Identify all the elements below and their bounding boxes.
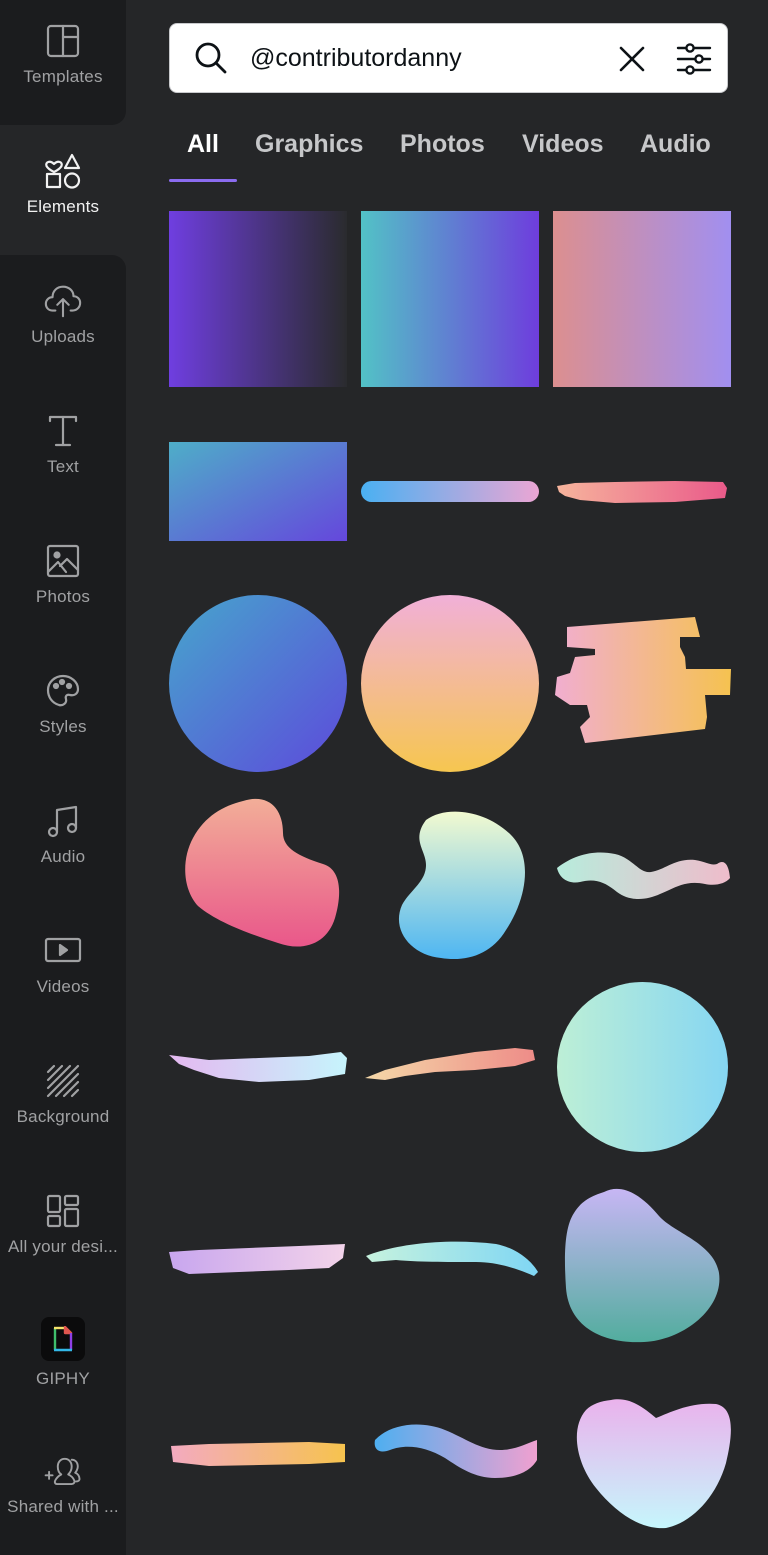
purple-to-dark-gradient-square-graphic — [169, 211, 347, 387]
sidebar-nav: Templates Elements Uploads Text Photos S… — [0, 0, 126, 1555]
lavender-to-aqua-brush-stroke[interactable] — [169, 1050, 347, 1084]
photo-icon — [43, 541, 83, 581]
pink-to-aqua-heart-blob-graphic — [576, 1399, 731, 1529]
search-icon — [195, 42, 227, 74]
sidebar-item-uploads[interactable]: Uploads — [0, 255, 126, 385]
sliders-filter-icon[interactable] — [675, 40, 713, 78]
search-input[interactable] — [248, 42, 592, 74]
pink-to-yellow-gradient-circle[interactable] — [361, 595, 539, 772]
hatch-pattern-icon — [43, 1061, 83, 1101]
mint-to-sky-dry-brush-stroke-graphic — [366, 1241, 538, 1276]
tab-graphics[interactable]: Graphics — [255, 130, 363, 159]
blue-to-pink-wave-brush-stroke[interactable] — [365, 1420, 539, 1480]
sidebar-item-label: Audio — [40, 847, 86, 866]
sidebar-item-audio[interactable]: Audio — [0, 775, 126, 905]
yellow-to-blue-gradient-blob-graphic — [398, 811, 525, 960]
sidebar-item-label: GIPHY — [36, 1369, 90, 1388]
sidebar-item-styles[interactable]: Styles — [0, 645, 126, 775]
sidebar-item-videos[interactable]: Videos — [0, 905, 126, 1035]
pink-to-aqua-heart-blob[interactable] — [576, 1398, 731, 1529]
lavender-to-teal-gradient-blob-graphic — [564, 1188, 720, 1343]
sidebar-item-background[interactable]: Background — [0, 1035, 126, 1165]
sidebar-item-label: Styles — [39, 717, 87, 736]
mint-to-sky-brush-circle[interactable] — [555, 980, 730, 1154]
giphy-logo-icon — [41, 1317, 85, 1361]
active-tab-indicator — [169, 179, 237, 182]
pink-to-yellow-brush-scribble-graphic — [555, 617, 731, 743]
category-tabs: All Graphics Photos Videos Audio — [169, 120, 729, 182]
sidebar-item-elements[interactable]: Elements — [0, 125, 126, 255]
mint-to-sky-dry-brush-stroke[interactable] — [366, 1240, 538, 1276]
tab-all[interactable]: All — [187, 130, 219, 159]
sidebar-item-label: Photos — [35, 587, 91, 606]
sidebar-item-all-your-designs[interactable]: All your desi... — [0, 1165, 126, 1295]
teal-to-indigo-gradient-rectangle[interactable] — [169, 442, 347, 541]
lilac-to-pink-dry-brush-stroke[interactable] — [169, 1244, 347, 1274]
pink-to-yellow-brush-scribble[interactable] — [555, 617, 731, 749]
yellow-to-coral-brush-stroke[interactable] — [365, 1046, 537, 1082]
sidebar-item-photos[interactable]: Photos — [0, 515, 126, 645]
tab-videos[interactable]: Videos — [522, 130, 604, 159]
lavender-to-teal-gradient-blob[interactable] — [564, 1188, 720, 1344]
sidebar-item-label: All your desi... — [8, 1237, 118, 1256]
teal-to-indigo-gradient-rectangle-graphic — [169, 442, 347, 541]
peach-to-pink-brush-stroke[interactable] — [555, 478, 727, 504]
sidebar-item-shared-with-you[interactable]: Shared with ... — [0, 1425, 126, 1555]
elements-icon — [43, 151, 83, 191]
tab-audio[interactable]: Audio — [640, 130, 711, 159]
blue-to-pink-wave-brush-stroke-graphic — [374, 1424, 537, 1478]
pink-to-yellow-gradient-circle-graphic — [361, 595, 539, 772]
pink-to-yellow-dry-brush-stroke-graphic — [171, 1442, 345, 1466]
sidebar-item-label: Shared with ... — [7, 1497, 119, 1516]
sidebar-item-templates[interactable]: Templates — [0, 0, 126, 125]
video-play-icon — [43, 931, 83, 971]
lavender-to-aqua-brush-stroke-graphic — [169, 1052, 347, 1082]
sidebar-item-label: Templates — [23, 67, 103, 86]
mint-to-pink-wavy-brush-stroke-graphic — [557, 852, 730, 899]
sidebar-item-label: Videos — [36, 977, 90, 996]
sidebar-item-text[interactable]: Text — [0, 385, 126, 515]
templates-icon — [43, 21, 83, 61]
sidebar-item-giphy[interactable]: GIPHY — [0, 1295, 126, 1425]
add-people-icon — [43, 1451, 83, 1491]
mint-to-pink-wavy-brush-stroke[interactable] — [555, 848, 731, 902]
blue-to-indigo-gradient-circle[interactable] — [169, 595, 347, 772]
salmon-to-lavender-gradient-square[interactable] — [553, 211, 731, 387]
peach-to-pink-gradient-blob-graphic — [185, 798, 340, 947]
blue-to-pink-gradient-bar-graphic — [361, 481, 539, 502]
upload-cloud-icon — [43, 281, 83, 321]
palette-icon — [43, 671, 83, 711]
yellow-to-blue-gradient-blob[interactable] — [396, 810, 528, 960]
grid-layout-icon — [43, 1191, 83, 1231]
text-icon — [43, 411, 83, 451]
teal-to-purple-gradient-square-graphic — [361, 211, 539, 387]
yellow-to-coral-brush-stroke-graphic — [365, 1048, 535, 1080]
sidebar-item-label: Uploads — [31, 327, 95, 346]
mint-to-sky-brush-circle-graphic — [557, 982, 728, 1152]
sidebar-item-label: Elements — [26, 197, 100, 216]
sidebar-item-label: Text — [47, 457, 79, 476]
sidebar-item-label: Background — [16, 1107, 110, 1126]
close-icon[interactable] — [615, 42, 649, 76]
lilac-to-pink-dry-brush-stroke-graphic — [169, 1244, 345, 1274]
search-bar — [169, 23, 728, 93]
tab-photos[interactable]: Photos — [400, 130, 485, 159]
pink-to-yellow-dry-brush-stroke[interactable] — [169, 1438, 347, 1466]
teal-to-purple-gradient-square[interactable] — [361, 211, 539, 387]
purple-to-dark-gradient-square[interactable] — [169, 211, 347, 387]
salmon-to-lavender-gradient-square-graphic — [553, 211, 731, 387]
blue-to-indigo-gradient-circle-graphic — [169, 595, 347, 772]
peach-to-pink-brush-stroke-graphic — [557, 481, 727, 503]
music-note-icon — [43, 801, 83, 841]
blue-to-pink-gradient-bar[interactable] — [361, 481, 539, 502]
peach-to-pink-gradient-blob[interactable] — [183, 798, 343, 948]
